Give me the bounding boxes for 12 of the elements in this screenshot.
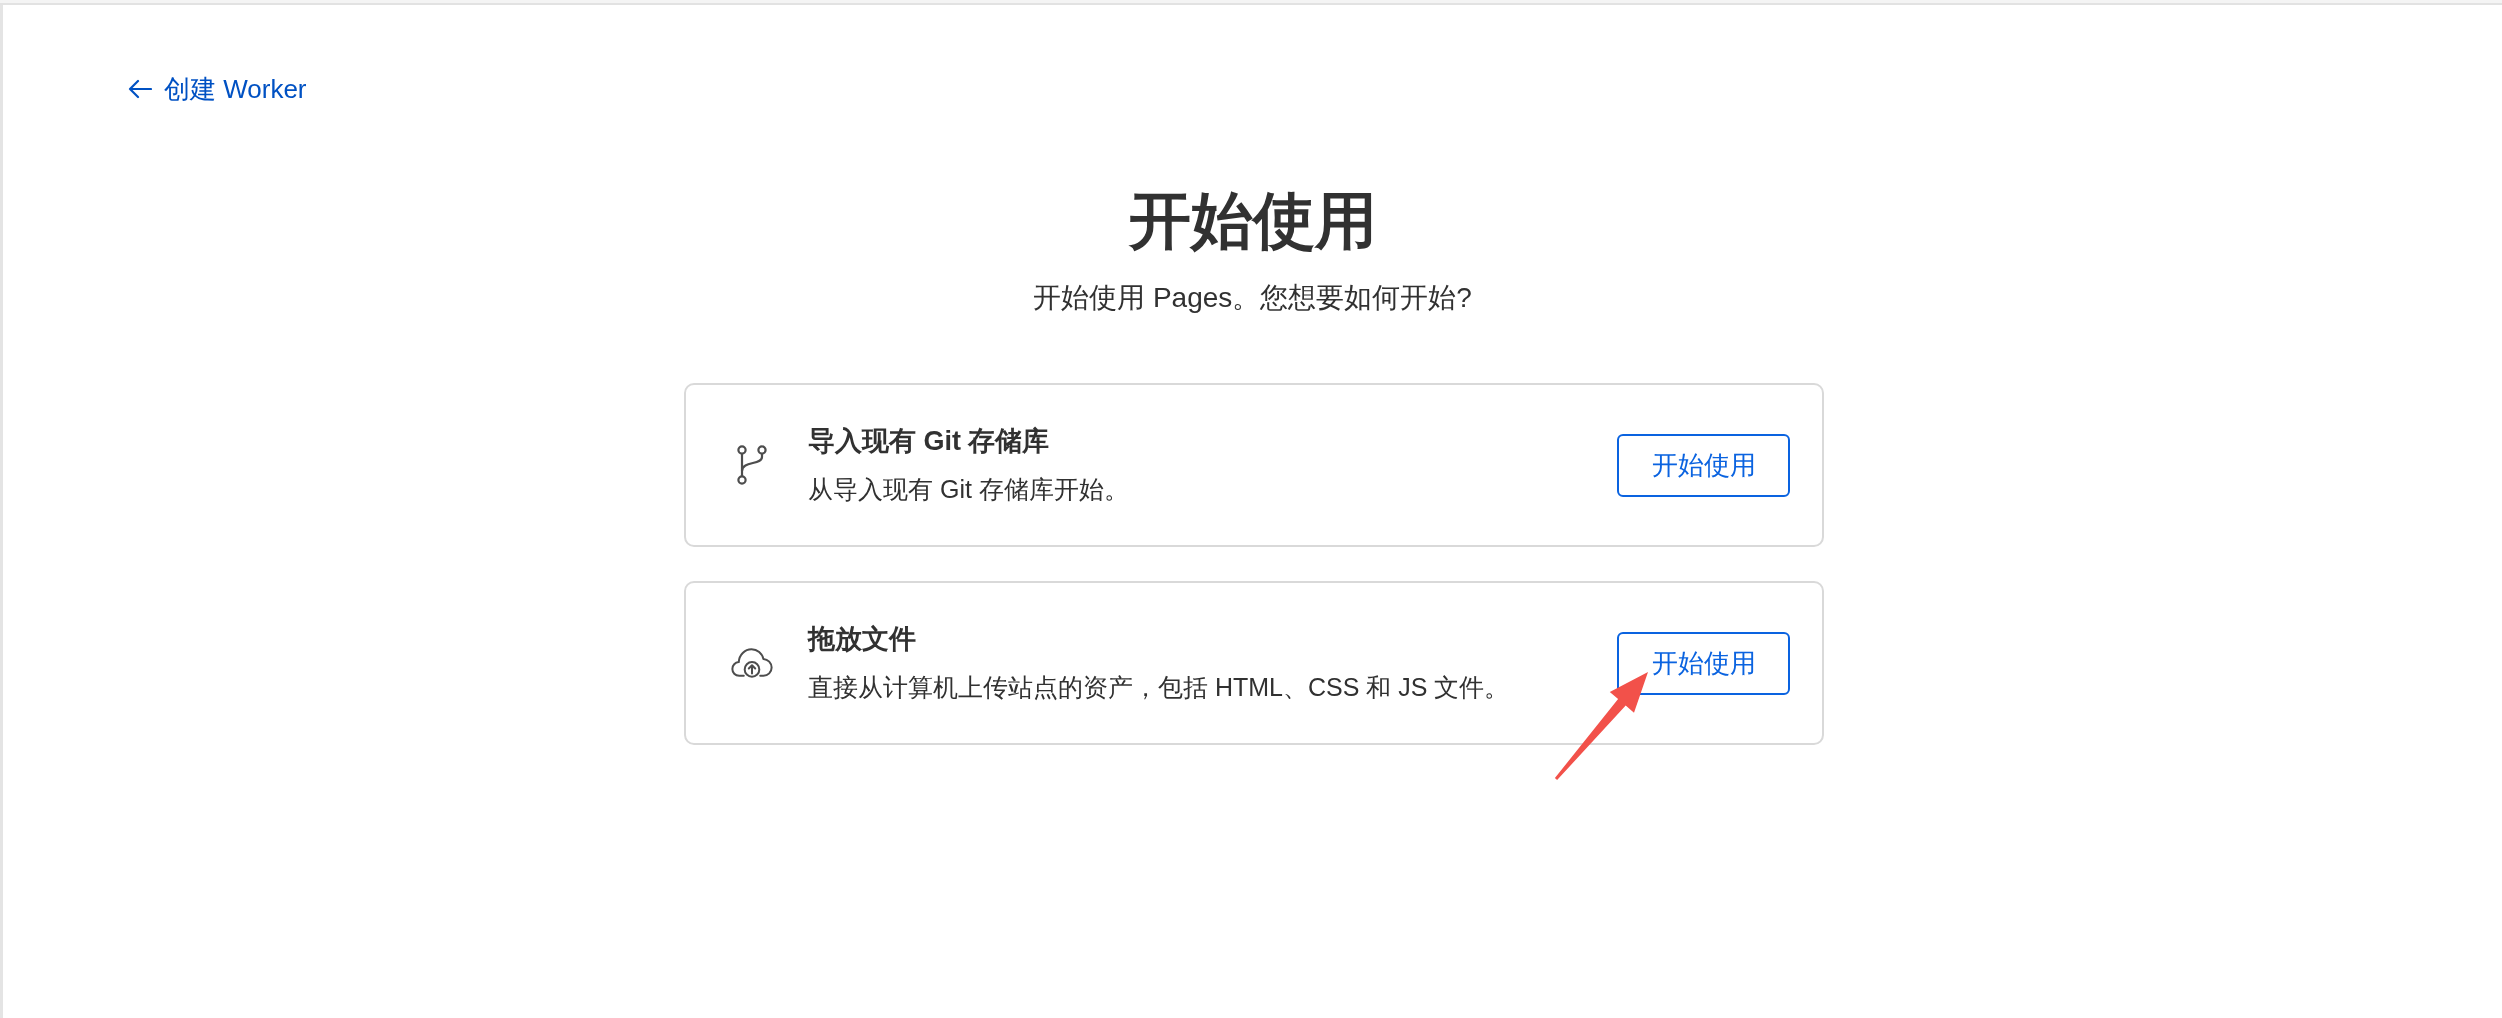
cloud-upload-icon — [731, 646, 773, 680]
arrow-left-icon — [128, 79, 152, 99]
back-link[interactable]: 创建 Worker — [128, 74, 307, 104]
option-description: 从导入现有 Git 存储库开始。 — [808, 474, 1130, 505]
start-button[interactable]: 开始使用 — [1617, 631, 1790, 695]
option-description: 直接从计算机上传站点的资产，包括 HTML、CSS 和 JS 文件。 — [808, 672, 1511, 703]
page-subtitle: 开始使用 Pages。您想要如何开始? — [1033, 281, 1472, 315]
option-title: 导入现有 Git 存储库 — [808, 425, 1051, 458]
git-branch-icon — [737, 445, 767, 485]
option-title: 拖放文件 — [808, 623, 917, 656]
start-button[interactable]: 开始使用 — [1617, 433, 1790, 497]
page-title: 开始使用 — [1128, 185, 1377, 257]
